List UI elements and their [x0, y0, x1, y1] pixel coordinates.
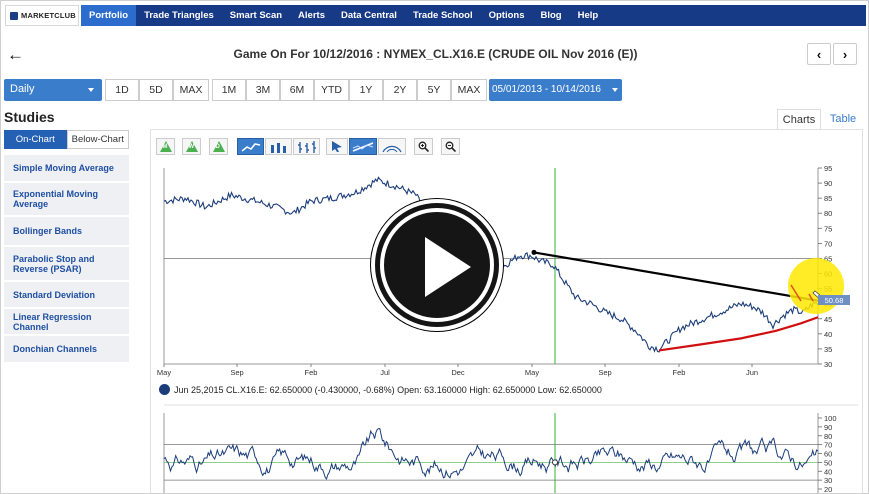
- lower-y-tick-label: 50: [824, 458, 832, 467]
- x-tick-label: May: [157, 368, 171, 377]
- lower-y-tick-label: 30: [824, 476, 832, 485]
- oscillator-marker: [552, 459, 558, 466]
- y-tick-label: 30: [824, 360, 832, 369]
- y-tick-label: 35: [824, 345, 832, 354]
- lower-y-tick-label: 60: [824, 450, 832, 459]
- x-tick-label: Jul: [380, 368, 390, 377]
- chart-info-line: Jun 25,2015 CL.X16.E: 62.650000 (-0.4300…: [159, 384, 602, 395]
- support-line: [658, 316, 819, 352]
- lower-y-tick-label: 70: [824, 441, 832, 450]
- x-tick-label: Jun: [746, 368, 758, 377]
- chart-info-text: Jun 25,2015 CL.X16.E: 62.650000 (-0.4300…: [174, 384, 602, 395]
- lower-y-tick-label: 100: [824, 414, 837, 423]
- x-tick-label: Feb: [305, 368, 318, 377]
- highlighter-circle: [788, 258, 844, 314]
- lower-y-tick-label: 40: [824, 467, 832, 476]
- y-tick-label: 95: [824, 164, 832, 173]
- video-play-button[interactable]: [371, 199, 503, 331]
- y-tick-label: 40: [824, 330, 832, 339]
- y-tick-label: 85: [824, 194, 832, 203]
- lower-y-tick-label: 20: [824, 485, 832, 494]
- app-window: MARKETCLUB Portfolio Trade Triangles Smart…: [0, 0, 869, 494]
- y-tick-label: 80: [824, 209, 832, 218]
- chart-type-icon: [159, 384, 170, 395]
- x-tick-label: Sep: [598, 368, 611, 377]
- oscillator-line: [163, 428, 819, 481]
- x-tick-label: May: [525, 368, 539, 377]
- x-tick-label: Dec: [451, 368, 465, 377]
- x-tick-label: Sep: [230, 368, 243, 377]
- y-tick-label: 45: [824, 315, 832, 324]
- play-icon: [425, 237, 471, 297]
- trendline: [533, 251, 819, 302]
- lower-y-tick-label: 80: [824, 432, 832, 441]
- y-tick-label: 75: [824, 224, 832, 233]
- lower-y-tick-label: 90: [824, 423, 832, 432]
- y-tick-label: 70: [824, 239, 832, 248]
- last-price-label: 50.68: [825, 296, 844, 305]
- trendline-anchor: [531, 249, 537, 255]
- x-tick-label: Feb: [673, 368, 686, 377]
- y-tick-label: 90: [824, 179, 832, 188]
